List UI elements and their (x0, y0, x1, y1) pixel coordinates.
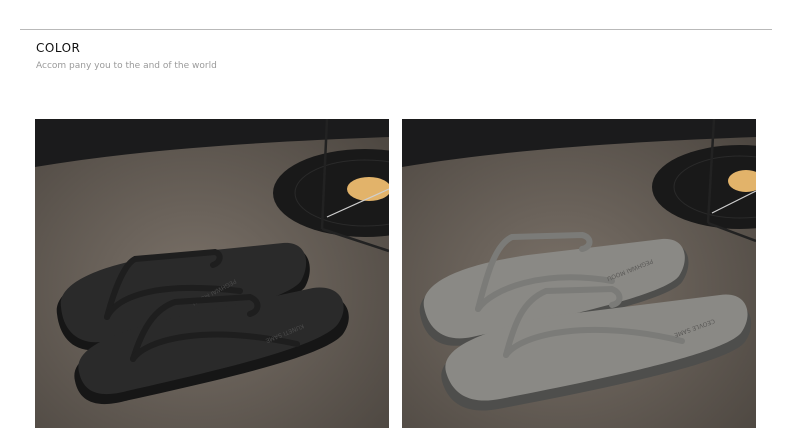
product-photo-black: PEGHWAI MOOU KUNETI SAME (35, 119, 389, 428)
top-divider (20, 29, 772, 30)
section-title: COLOR (36, 41, 81, 55)
section-subtitle: Accom pany you to the and of the world (36, 61, 217, 71)
record-label (347, 177, 389, 201)
product-photo-grey: PEGHWAI MOOU CEOVLE SAME (402, 119, 756, 428)
flip-flop-grey-illustration: PEGHWAI MOOU CEOVLE SAME (402, 119, 756, 428)
flip-flop-black-illustration: PEGHWAI MOOU KUNETI SAME (35, 119, 389, 428)
